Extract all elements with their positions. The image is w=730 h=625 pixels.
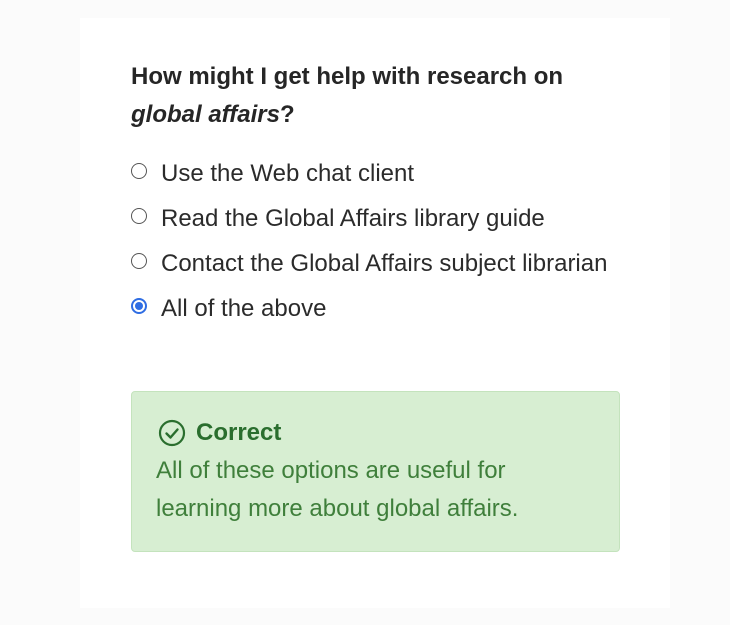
question-text-start: How might I get help with research on xyxy=(131,63,564,90)
radio-button[interactable] xyxy=(131,208,147,224)
feedback-title: Correct xyxy=(156,414,595,452)
option-label: Read the Global Affairs library guide xyxy=(161,205,545,232)
feedback-title-text: Correct xyxy=(196,419,282,446)
option-label: All of the above xyxy=(161,295,327,322)
question-text-end: ? xyxy=(279,101,295,128)
option-label: Use the Web chat client xyxy=(161,160,415,187)
question-text: How might I get help with research on gl… xyxy=(131,58,631,134)
feedback-message: All of these options are useful for lear… xyxy=(156,457,519,522)
option-web-chat[interactable]: Use the Web chat client xyxy=(131,155,631,193)
option-subject-librarian[interactable]: Contact the Global Affairs subject libra… xyxy=(131,245,631,283)
option-all-of-the-above[interactable]: All of the above xyxy=(131,290,631,328)
radio-button[interactable] xyxy=(131,163,147,179)
answer-options: Use the Web chat client Read the Global … xyxy=(131,155,631,335)
radio-button[interactable] xyxy=(131,253,147,269)
option-label: Contact the Global Affairs subject libra… xyxy=(161,250,608,277)
option-library-guide[interactable]: Read the Global Affairs library guide xyxy=(131,200,631,238)
question-emphasis: global affairs xyxy=(131,101,280,128)
feedback-box: Correct All of these options are useful … xyxy=(131,391,620,552)
check-circle-icon xyxy=(158,419,186,447)
radio-button-selected[interactable] xyxy=(131,298,147,314)
